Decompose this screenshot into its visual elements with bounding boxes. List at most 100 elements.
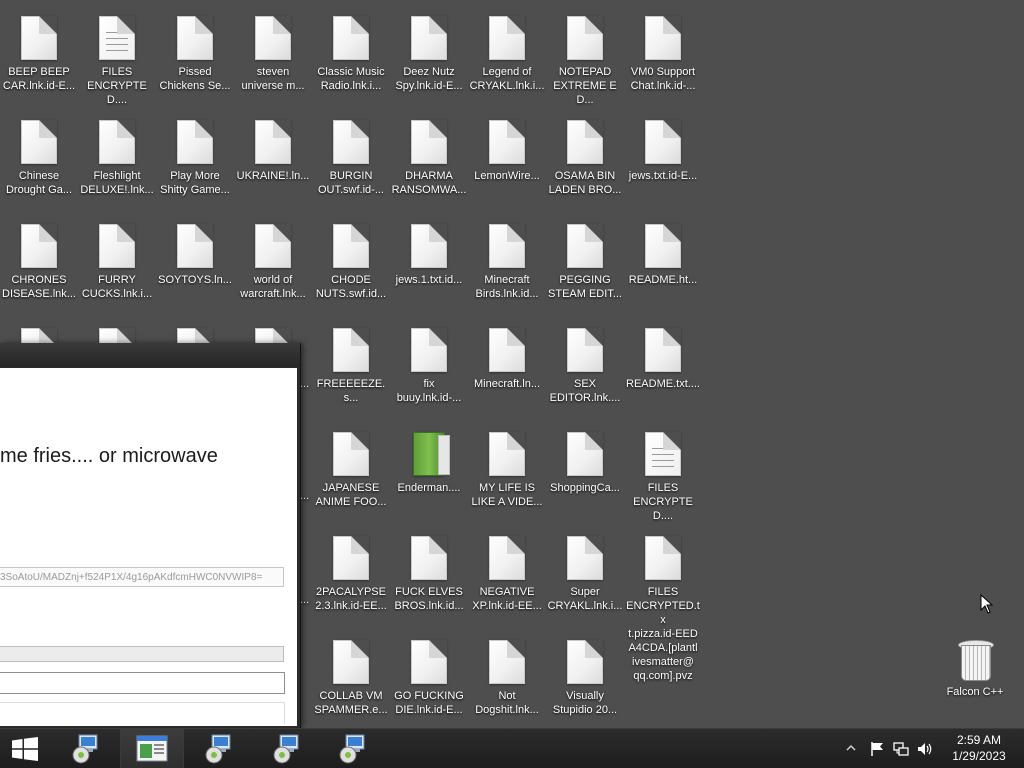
desktop-icon-label: fix buuy.lnk.id-... [396, 378, 462, 404]
desktop-icon-burgin-out[interactable]: BURGIN OUT.swf.id-... [312, 112, 390, 212]
shortcut-file-icon [411, 120, 447, 164]
desktop-icon-play-more-games[interactable]: Play More Shitty Game... [156, 112, 234, 212]
network-icon[interactable] [893, 741, 909, 757]
show-hidden-icons-chevron-up-icon[interactable] [846, 743, 856, 753]
desktop-icon-pissed-chickens[interactable]: Pissed Chickens Se... [156, 8, 234, 108]
clock-date: 1/29/2023 [952, 749, 1006, 763]
desktop-icon-freeeeeze[interactable]: FREEEEEZE.s... [312, 320, 390, 420]
taskbar-app-installer-3[interactable] [256, 729, 318, 768]
desktop-icon-fuck-elves-bros[interactable]: FUCK ELVES BROS.lnk.id... [390, 528, 468, 628]
desktop-icon-files-encrypted-pvz[interactable]: FILES ENCRYPTED.tx t.pizza.id-EED A4CDA.… [624, 528, 702, 682]
action-center-flag-icon[interactable] [869, 741, 885, 757]
shortcut-file-icon [567, 432, 603, 476]
taskbar-app-installer-2[interactable] [188, 729, 250, 768]
desktop-icon-jews-1-txt[interactable]: jews.1.txt.id... [390, 216, 468, 316]
desktop-icon-2pacalypse[interactable]: 2PACALYPSE 2.3.lnk.id-EE... [312, 528, 390, 628]
desktop-icon-jews-txt[interactable]: jews.txt.id-E... [624, 112, 702, 212]
desktop-icon-fix-buuy[interactable]: fix buuy.lnk.id-... [390, 320, 468, 420]
desktop-icon-label: OSAMA BIN LADEN BRO... [548, 170, 622, 196]
desktop-icon-negative-xp[interactable]: NEGATIVE XP.lnk.id-EE... [468, 528, 546, 628]
shortcut-file-icon [567, 120, 603, 164]
desktop-icon-label: CHRONES DISEASE.lnk... [2, 274, 76, 300]
desktop-icon-sex-editor[interactable]: SEX EDITOR.lnk.... [546, 320, 624, 420]
desktop-icon-pegging-steam-edit[interactable]: PEGGING STEAM EDIT... [546, 216, 624, 316]
desktop-icon-soytoys[interactable]: SOYTOYS.ln... [156, 216, 234, 316]
desktop-icon-world-of-warcraft[interactable]: world of warcraft.lnk... [234, 216, 312, 316]
desktop-icon-readme-htm[interactable]: README.ht... [624, 216, 702, 316]
taskbar-app-network-setup[interactable] [55, 729, 117, 768]
taskbar: 2:59 AM 1/29/2023 [0, 728, 1024, 768]
desktop-icon-label: UKRAINE!.ln... [236, 170, 310, 182]
shortcut-file-icon [177, 16, 213, 60]
desktop-icon-label: steven universe m... [241, 66, 305, 92]
desktop-icon-label: README.ht... [628, 274, 698, 286]
app-window[interactable]: me fries.... or microwave 3SoAtoU/MADZnj… [0, 343, 301, 728]
desktop-icon-enderman[interactable]: Enderman.... [390, 424, 468, 524]
text-input[interactable] [0, 672, 285, 694]
desktop-icon-chrones-disease[interactable]: CHRONES DISEASE.lnk... [0, 216, 78, 316]
desktop-icon-deez-nutz-spy[interactable]: Deez Nutz Spy.lnk.id-E... [390, 8, 468, 108]
shortcut-file-icon [21, 224, 57, 268]
desktop-icon-legend-of-cryakl[interactable]: Legend of CRYAKL.lnk.i... [468, 8, 546, 108]
desktop[interactable]: BEEP BEEP CAR.lnk.id-E... FILES ENCRYPTE… [0, 0, 1024, 728]
desktop-icon-label: Minecraft.ln... [473, 378, 541, 390]
desktop-icon-beep-beep-car[interactable]: BEEP BEEP CAR.lnk.id-E... [0, 8, 78, 108]
desktop-icon-visually-stupidio[interactable]: Visually Stupidio 20... [546, 632, 624, 728]
shortcut-file-icon [645, 328, 681, 372]
shortcut-file-icon [645, 16, 681, 60]
desktop-icon-label: MY LIFE IS LIKE A VIDE... [471, 482, 543, 508]
desktop-icon-classic-music-radio[interactable]: Classic Music Radio.lnk.i... [312, 8, 390, 108]
shortcut-file-icon [255, 16, 291, 60]
desktop-icon-minecraft[interactable]: Minecraft.ln... [468, 320, 546, 420]
desktop-icon-label: FILES ENCRYPTED.tx t.pizza.id-EED A4CDA.… [626, 586, 700, 682]
taskbar-clock[interactable]: 2:59 AM 1/29/2023 [944, 732, 1014, 764]
text-file-icon [645, 432, 681, 476]
desktop-icon-label: COLLAB VM SPAMMER.e... [314, 690, 388, 716]
taskbar-app-installer-4[interactable] [322, 729, 384, 768]
desktop-icon-readme-txt[interactable]: README.txt.... [624, 320, 702, 420]
desktop-icon-files-encrypted-2[interactable]: FILES ENCRYPTED.... [624, 424, 702, 524]
desktop-icon-label: LemonWire... [474, 170, 540, 182]
desktop-icon-super-cryakl[interactable]: Super CRYAKL.lnk.i... [546, 528, 624, 628]
desktop-icon-my-life-is-like-a-video[interactable]: MY LIFE IS LIKE A VIDE... [468, 424, 546, 524]
desktop-icon-not-dogshit[interactable]: Not Dogshit.lnk... [468, 632, 546, 728]
desktop-icon-files-encrypted[interactable]: FILES ENCRYPTED.... [78, 8, 156, 108]
desktop-icon-osama-bin-laden[interactable]: OSAMA BIN LADEN BRO... [546, 112, 624, 212]
desktop-icon-label: 2PACALYPSE 2.3.lnk.id-EE... [315, 586, 387, 612]
desktop-icon-recycle-bin[interactable]: Falcon C++ [936, 630, 1014, 728]
desktop-icon-shoppingcart[interactable]: ShoppingCa... [546, 424, 624, 524]
taskbar-app-window[interactable] [120, 729, 184, 768]
desktop-icon-minecraft-birds[interactable]: Minecraft Birds.lnk.id... [468, 216, 546, 316]
shortcut-file-icon [645, 224, 681, 268]
shortcut-file-icon [411, 224, 447, 268]
desktop-icon-lemonwire[interactable]: LemonWire... [468, 112, 546, 212]
shortcut-file-icon [255, 120, 291, 164]
window-message-text: me fries.... or microwave [0, 445, 218, 467]
desktop-icon-label: VM0 Support Chat.lnk.id-... [630, 66, 696, 92]
bottom-field[interactable] [0, 702, 285, 724]
desktop-icon-japanese-anime-foo[interactable]: JAPANESE ANIME FOO... [312, 424, 390, 524]
window-titlebar[interactable] [0, 343, 300, 367]
desktop-icon-go-fucking-die[interactable]: GO FUCKING DIE.lnk.id-E... [390, 632, 468, 728]
desktop-icon-vm0-support-chat[interactable]: VM0 Support Chat.lnk.id-... [624, 8, 702, 108]
desktop-icon-ukraine[interactable]: UKRAINE!.ln... [234, 112, 312, 212]
archive-file-icon [413, 432, 450, 476]
desktop-icon-furry-cucks[interactable]: FURRY CUCKS.lnk.i... [78, 216, 156, 316]
start-button[interactable] [0, 729, 50, 768]
desktop-icon-notepad-extreme[interactable]: NOTEPAD EXTREME ED... [546, 8, 624, 108]
desktop-icon-collab-vm-spammer[interactable]: COLLAB VM SPAMMER.e... [312, 632, 390, 728]
desktop-icon-label: FREEEEEZE.s... [316, 378, 386, 404]
shortcut-file-icon [21, 16, 57, 60]
shortcut-file-icon [489, 120, 525, 164]
installer-icon [339, 734, 365, 764]
desktop-icon-chode-nuts[interactable]: CHODE NUTS.swf.id... [312, 216, 390, 316]
decryption-key-field[interactable]: 3SoAtoU/MADZnj+f524P1X/4g16pAKdfcmHWC0NV… [0, 567, 284, 587]
desktop-icon-label: Play More Shitty Game... [160, 170, 230, 196]
clock-time: 2:59 AM [956, 733, 1002, 747]
desktop-icon-dharma-ransomware[interactable]: DHARMA RANSOMWA... [390, 112, 468, 212]
volume-speaker-icon[interactable] [917, 741, 933, 757]
desktop-icon-steven-universe[interactable]: steven universe m... [234, 8, 312, 108]
desktop-icon-chinese-drought[interactable]: Chinese Drought Ga... [0, 112, 78, 212]
desktop-icon-fleshlight-deluxe[interactable]: Fleshlight DELUXE!.lnk... [78, 112, 156, 212]
installer-icon [205, 734, 231, 764]
